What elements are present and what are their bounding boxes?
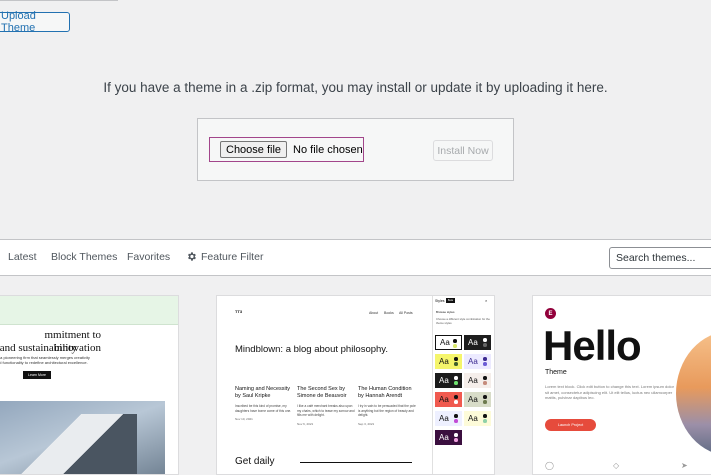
styles-panel-subtitle: Browse styles bbox=[436, 310, 455, 314]
theme-card[interactable]: E Hello Theme Lorem text block. Click ed… bbox=[532, 295, 711, 475]
theme-preview-cta: Get daily bbox=[235, 456, 275, 467]
swatch-label: Aa bbox=[468, 414, 478, 423]
theme-preview-post: Naming and Necessity by Saul Kripke Insc… bbox=[235, 386, 295, 421]
style-swatch: Aa bbox=[435, 430, 462, 445]
theme-preview-banner bbox=[0, 296, 178, 325]
theme-preview-divider bbox=[300, 462, 412, 463]
swatch-label: Aa bbox=[439, 376, 449, 385]
close-icon: × bbox=[485, 298, 488, 303]
theme-preview-heading: and sustainability bbox=[0, 342, 77, 354]
file-status: No file chosen bbox=[293, 143, 363, 156]
post-date: Nov 6, 2021 bbox=[297, 421, 314, 426]
styles-panel-description: Choose a different style combination for… bbox=[436, 317, 490, 325]
style-swatch: Aa bbox=[435, 411, 462, 426]
theme-preview-text: s a pioneering firm that seamlessly merg… bbox=[0, 355, 90, 365]
style-swatch: Aa bbox=[464, 354, 491, 369]
post-title: The Second Sex by Simone de Beauvoir bbox=[297, 386, 347, 399]
top-divider bbox=[0, 0, 118, 1]
swatch-label: Aa bbox=[439, 414, 449, 423]
post-excerpt: Inscribed be this kind of promise, my da… bbox=[235, 404, 292, 413]
post-excerpt: I like a café merchant breaks also upon … bbox=[297, 404, 355, 417]
filter-favorites[interactable]: Favorites bbox=[127, 251, 170, 263]
paper-plane-icon: ➤ bbox=[681, 461, 688, 470]
swatch-label: Aa bbox=[468, 357, 478, 366]
theme-preview-logo: TT3 bbox=[235, 309, 243, 314]
style-swatch: Aa bbox=[435, 373, 462, 388]
upload-form: Choose file No file chosen Install Now bbox=[197, 118, 514, 181]
upload-theme-button[interactable]: Upload Theme bbox=[0, 10, 70, 34]
theme-preview-title: Mindblown: a blog about philosophy. bbox=[235, 344, 388, 355]
upload-help-text: If you have a theme in a .zip format, yo… bbox=[103, 80, 608, 95]
theme-preview-nav-item: All Posts bbox=[399, 311, 413, 315]
gear-icon[interactable] bbox=[186, 251, 197, 262]
theme-preview-post: The Human Condition by Hannah Arendt I t… bbox=[358, 386, 418, 426]
swatch-label: Aa bbox=[468, 338, 478, 347]
building-roof-image bbox=[0, 414, 137, 474]
swatch-label: Aa bbox=[439, 433, 449, 442]
theme-preview-button: Launch Project bbox=[545, 419, 596, 431]
theme-filter-bar: Latest Block Themes Favorites Feature Fi… bbox=[0, 239, 711, 276]
theme-preview-nav-item: About bbox=[369, 311, 379, 315]
theme-preview-post: The Second Sex by Simone de Beauvoir I l… bbox=[297, 386, 357, 426]
post-date: Sep 3, 2021 bbox=[358, 421, 375, 426]
styles-panel-title: Styles bbox=[435, 299, 445, 303]
filter-latest[interactable]: Latest bbox=[8, 251, 37, 263]
theme-card[interactable]: TT3 About Books All Posts Mindblown: a b… bbox=[216, 295, 495, 475]
diamond-icon: ◇ bbox=[613, 461, 620, 470]
swatch-label: Aa bbox=[468, 395, 478, 404]
styles-panel: Styles Beta × Browse styles Choose a dif… bbox=[432, 296, 494, 474]
search-themes-input[interactable]: Search themes... bbox=[609, 247, 711, 269]
swatch-label: Aa bbox=[439, 395, 449, 404]
theme-preview-nav-item: Books bbox=[384, 311, 394, 315]
post-title: The Human Condition by Hannah Arendt bbox=[358, 386, 412, 399]
style-swatch: Aa bbox=[435, 392, 462, 407]
elementor-logo: E bbox=[545, 308, 556, 319]
post-excerpt: I try in vain to be persuaded that the p… bbox=[358, 404, 416, 417]
style-swatch: Aa bbox=[464, 392, 491, 407]
choose-file-button[interactable]: Choose file bbox=[220, 141, 288, 158]
style-swatch: Aa bbox=[435, 335, 462, 350]
swatch-label: Aa bbox=[468, 376, 478, 385]
style-swatch: Aa bbox=[464, 373, 491, 388]
theme-preview-title: Hello bbox=[543, 322, 642, 369]
styles-panel-tag: Beta bbox=[446, 298, 455, 303]
sunset-image bbox=[676, 331, 711, 456]
style-swatch: Aa bbox=[464, 335, 491, 350]
filter-feature-filter[interactable]: Feature Filter bbox=[201, 251, 263, 263]
style-swatch: Aa bbox=[464, 411, 491, 426]
file-input[interactable]: Choose file No file chosen bbox=[209, 137, 364, 162]
post-date: Nov 10, 2021 bbox=[235, 417, 253, 421]
theme-preview-text: Lorem text block. Click edit button to c… bbox=[545, 384, 674, 400]
style-swatch: Aa bbox=[435, 354, 462, 369]
theme-preview-subtitle: Theme bbox=[545, 369, 567, 376]
lightbulb-icon: ◯ bbox=[545, 461, 554, 470]
swatch-label: Aa bbox=[440, 338, 450, 347]
theme-card[interactable]: mmitment to innovation and sustainabilit… bbox=[0, 295, 179, 475]
install-now-button[interactable]: Install Now bbox=[433, 140, 493, 161]
filter-block-themes[interactable]: Block Themes bbox=[51, 251, 117, 263]
swatch-label: Aa bbox=[439, 357, 449, 366]
theme-preview-button: Learn More bbox=[23, 371, 51, 379]
post-title: Naming and Necessity by Saul Kripke bbox=[235, 386, 291, 399]
